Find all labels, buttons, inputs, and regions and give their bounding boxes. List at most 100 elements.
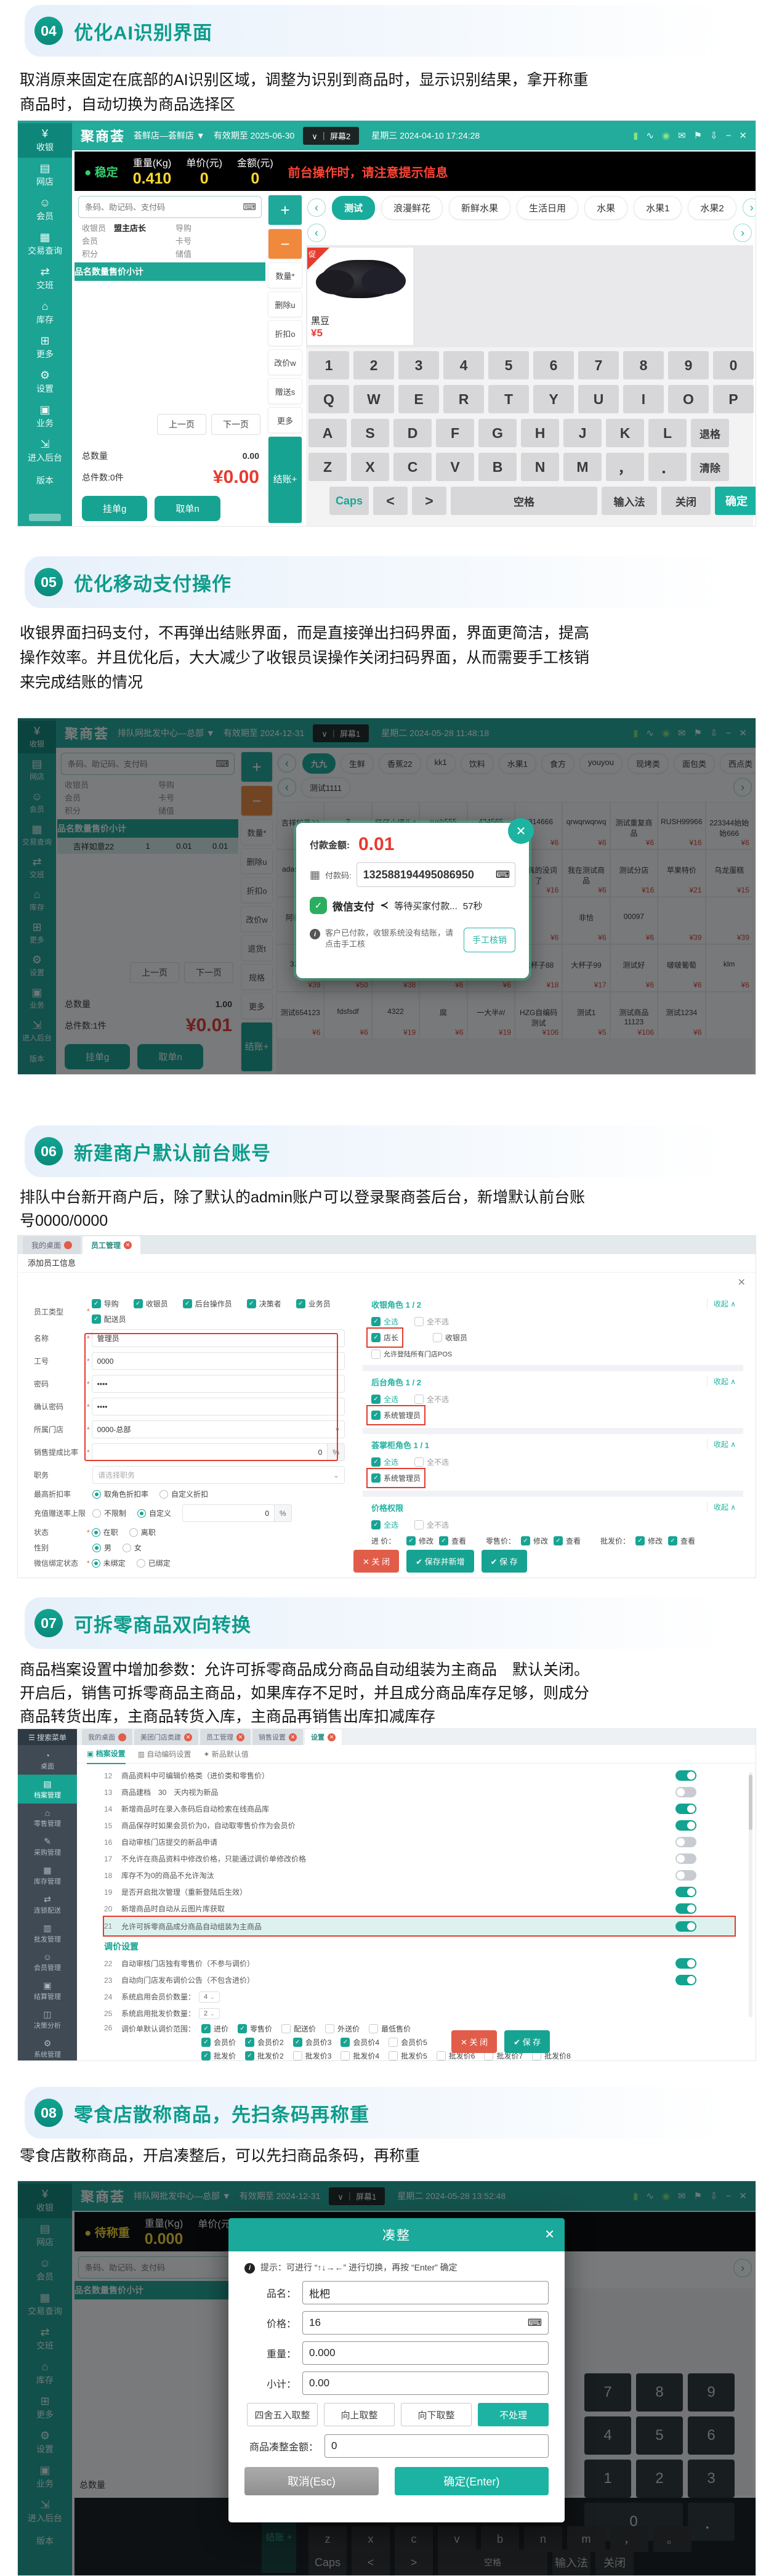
prev-page-button[interactable]: 上一页 — [157, 414, 206, 435]
sidebar-item[interactable]: ¥ 收银 — [18, 123, 72, 158]
tab-close-icon[interactable]: ✕ — [289, 1733, 297, 1741]
scope-checkbox[interactable]: ✓配送价 — [281, 2023, 316, 2034]
key[interactable]: 7 — [578, 351, 619, 379]
select-all[interactable]: ✓ 全选 — [371, 1520, 398, 1530]
action-button[interactable]: 数量* — [268, 262, 302, 288]
category-tab[interactable]: 新鲜水果 — [449, 195, 511, 220]
allow-all-pos-checkbox[interactable]: ✓允许登陆所有门店POS — [371, 1349, 452, 1359]
sidebar-item[interactable]: ⇄ 交班 — [18, 261, 72, 296]
text-input[interactable]: ••••▾ — [91, 1398, 345, 1416]
text-input[interactable]: 0000-总部 ▾ — [91, 1420, 345, 1438]
radio-unbound[interactable]: 未绑定 — [91, 1558, 126, 1568]
radio-custom-discount[interactable]: 自定义折扣 — [159, 1489, 208, 1499]
collapse-link[interactable]: 收起 ∧ — [706, 1376, 736, 1387]
view-checkbox[interactable]: ✓ 查看 — [439, 1536, 466, 1546]
window-tab[interactable]: 我的桌面 — [82, 1729, 132, 1745]
key[interactable]: ， — [606, 453, 644, 481]
scope-checkbox[interactable]: ✓ 会员价 — [201, 2037, 236, 2047]
toggle[interactable] — [675, 1820, 696, 1831]
sidebar-item[interactable]: ◫ 决策分析 — [18, 2005, 77, 2034]
sidebar-item[interactable]: ⇲ 进入后台 — [18, 434, 72, 468]
tab-close-icon[interactable] — [64, 1241, 73, 1249]
scope-checkbox[interactable]: ✓会员价5 — [389, 2037, 427, 2047]
key[interactable]: I — [623, 385, 664, 413]
category-tab[interactable]: 水果 — [584, 195, 628, 220]
category-tab[interactable]: 浪漫鲜花 — [381, 195, 443, 220]
text-input[interactable]: 0000▾ — [91, 1352, 345, 1370]
radio-custom[interactable]: 自定义 — [137, 1508, 171, 1518]
form-button[interactable]: ✕ 关 闭 — [353, 1550, 400, 1573]
action-button[interactable]: + — [268, 195, 302, 225]
toggle[interactable] — [675, 1837, 696, 1847]
scope-checkbox[interactable]: ✓批发价5 — [389, 2051, 427, 2060]
action-button[interactable]: 更多 — [268, 407, 302, 433]
sidebar-item[interactable]: ☺ 会员 — [18, 192, 72, 227]
action-button[interactable]: 赠送s — [268, 378, 302, 404]
sidebar-item[interactable]: ⌂ 零售管理 — [18, 1804, 77, 1832]
form-button[interactable]: ✔ 保存并新增 — [406, 1550, 474, 1573]
field-input[interactable]: 0.000⌨ — [302, 2341, 549, 2365]
status-icon[interactable]: ✕ — [739, 130, 747, 141]
action-button[interactable]: 结账+ — [268, 436, 302, 524]
scope-checkbox[interactable]: ✓ 会员价2 — [245, 2037, 284, 2047]
checkbox[interactable]: ✓ 决策者 — [246, 1298, 281, 1309]
sidebar-item[interactable]: ▥ 批发管理 — [18, 1919, 77, 1948]
keyboard-icon[interactable]: ⌨ — [496, 869, 510, 881]
key[interactable]: 输入法 — [602, 487, 657, 515]
form-button[interactable]: ✔ 保 存 — [481, 1550, 527, 1573]
status-icon[interactable]: ✉ — [678, 130, 686, 141]
select-none[interactable]: ✓全不选 — [414, 1520, 449, 1530]
select-none[interactable]: ✓全不选 — [414, 1316, 449, 1327]
tabs-left-arrow[interactable]: ‹ — [307, 198, 326, 217]
action-button[interactable]: 改价w — [268, 349, 302, 375]
key[interactable]: 8 — [623, 351, 664, 379]
field-input[interactable]: 16 ⌨ — [302, 2311, 549, 2335]
key[interactable]: 3 — [398, 351, 439, 379]
category-tab[interactable]: 水果2 — [688, 195, 736, 220]
action-button[interactable]: 折扣o — [268, 320, 302, 346]
status-icon[interactable]: ⚑ — [694, 130, 702, 141]
pick-order-button[interactable]: 取单n — [155, 496, 220, 521]
select-all[interactable]: ✓ 全选 — [371, 1394, 398, 1404]
close-icon[interactable]: ✕ — [544, 2227, 556, 2242]
scope-checkbox[interactable]: ✓批发价3 — [292, 2051, 331, 2060]
window-tab[interactable]: 销售设置 ✕ — [252, 1729, 303, 1745]
key[interactable]: 确定 — [715, 487, 756, 515]
radio-resigned[interactable]: 离职 — [129, 1527, 156, 1537]
key[interactable]: 退格 — [691, 419, 729, 447]
key[interactable]: Caps — [329, 487, 369, 515]
key[interactable]: S — [351, 419, 389, 447]
key[interactable]: K — [606, 419, 644, 447]
key[interactable]: N — [521, 453, 559, 481]
rounding-option-button[interactable]: 四舍五入取整 — [247, 2403, 318, 2426]
sidebar-item[interactable]: ⇄ 连锁配送 — [18, 1890, 77, 1919]
toggle[interactable] — [675, 1958, 696, 1969]
action-button[interactable]: 删除u — [268, 291, 302, 317]
role-checkbox[interactable]: ✓ 系统管理员 — [366, 1468, 426, 1488]
sidebar-item[interactable]: ▦ 库存管理 — [18, 1861, 77, 1890]
key[interactable]: V — [436, 453, 474, 481]
key[interactable]: E — [398, 385, 439, 413]
search-input[interactable] — [84, 201, 243, 213]
toggle[interactable] — [675, 1787, 696, 1797]
key[interactable]: P — [713, 385, 754, 413]
key[interactable]: 5 — [488, 351, 529, 379]
text-input[interactable]: 管理员▾ — [91, 1329, 345, 1347]
scope-checkbox[interactable]: ✓批发价4 — [341, 2051, 379, 2060]
key[interactable]: Q — [308, 385, 349, 413]
key[interactable]: X — [351, 453, 389, 481]
sidebar-item[interactable]: ▤ 档案管理 — [18, 1775, 77, 1804]
view-checkbox[interactable]: ✓ 查看 — [668, 1536, 695, 1546]
key[interactable]: 1 — [308, 351, 349, 379]
key[interactable]: 清除 — [691, 453, 729, 481]
window-tab[interactable]: 设置 ✕ — [305, 1729, 342, 1745]
sidebar-item[interactable]: ⌂ 库存 — [18, 296, 72, 330]
key[interactable]: O — [668, 385, 709, 413]
status-icon[interactable]: − — [726, 131, 732, 141]
scope-checkbox[interactable]: ✓ 批发价2 — [245, 2051, 284, 2060]
tab-close-icon[interactable] — [118, 1733, 126, 1741]
modify-checkbox[interactable]: ✓ 修改 — [635, 1536, 663, 1546]
key[interactable]: D — [393, 419, 432, 447]
sidebar-item[interactable]: ✎ 采购管理 — [18, 1832, 77, 1861]
scope-checkbox[interactable]: ✓ 会员价3 — [292, 2037, 331, 2047]
